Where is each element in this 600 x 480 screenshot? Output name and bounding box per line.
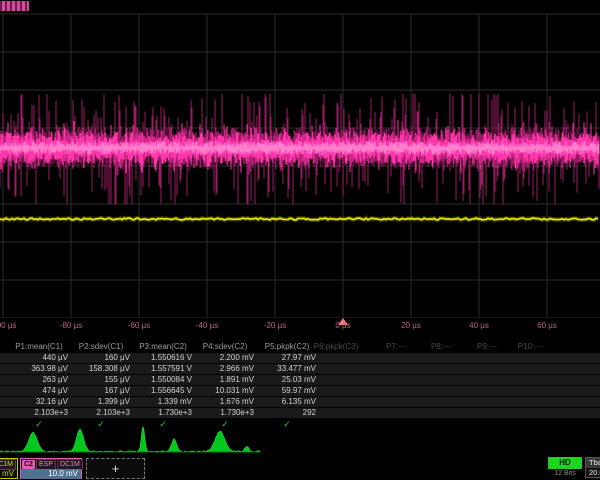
parameter-header-inactive-6[interactable]: P6:pkpk(C3) <box>314 342 358 351</box>
time-axis-label: 40 µs <box>469 321 489 330</box>
parameter-value: 440 µV <box>8 353 68 362</box>
parameter-value: 27.97 mV <box>256 353 316 362</box>
parameter-header-4[interactable]: P4:sdev(C2) <box>203 342 247 351</box>
parameter-value: 2.103e+3 <box>8 408 68 417</box>
parameter-value: 1.676 mV <box>194 397 254 406</box>
parameter-value: 32.16 µV <box>8 397 68 406</box>
timebase-descriptor[interactable]: Tbase 20.0 µs/div <box>585 457 600 478</box>
c2-channel-label: C2 <box>22 460 35 469</box>
parameter-value: 155 µV <box>70 375 130 384</box>
parameter-value: 25.03 mV <box>256 375 316 384</box>
parameter-value: 158.308 µV <box>70 364 130 373</box>
waveform-traces <box>0 0 600 318</box>
parameter-value: 474 µV <box>8 386 68 395</box>
c2-esp-badge: ESP <box>36 459 56 470</box>
parameter-value: 1.730e+3 <box>132 408 192 417</box>
channel-descriptor-c1[interactable]: DC1M 10.0 mV <box>0 458 18 479</box>
parameter-value: 2.966 mV <box>194 364 254 373</box>
time-axis-label: 20 µs <box>401 321 421 330</box>
plus-icon: + <box>112 462 120 475</box>
time-axis-label: -20 µs <box>264 321 286 330</box>
channel-descriptor-c2[interactable]: C2 ESP DC1M 10.0 mV <box>20 458 82 479</box>
parameter-header-inactive-9[interactable]: P9:--- <box>477 342 497 351</box>
timebase-value: 20.0 µs/div <box>586 468 600 478</box>
parameter-value: 160 µV <box>70 353 130 362</box>
parameter-value: 1.399 µV <box>70 397 130 406</box>
parameter-header-2[interactable]: P2:sdev(C1) <box>79 342 123 351</box>
parameter-value: 33.477 mV <box>256 364 316 373</box>
parameter-value: 292 <box>256 408 316 417</box>
measurement-histogram <box>0 424 300 458</box>
parameter-header-5[interactable]: P5:pkpk(C2) <box>265 342 309 351</box>
c2-scale-value: 10.0 mV <box>21 469 81 479</box>
parameter-value: 6.135 mV <box>256 397 316 406</box>
parameter-header-inactive-10[interactable]: P10:--- <box>518 342 542 351</box>
measurement-table: P1:mean(C1) 440 µV 363.98 µV 263 µV 474 µV 32… <box>0 340 600 432</box>
parameter-value: 2.200 mV <box>194 353 254 362</box>
time-axis-label: 60 µs <box>537 321 557 330</box>
parameter-value: 1.550084 V <box>132 375 192 384</box>
parameter-header-3[interactable]: P3:mean(C2) <box>139 342 187 351</box>
parameter-value: 263 µV <box>8 375 68 384</box>
parameter-value: 363.98 µV <box>8 364 68 373</box>
add-trace-button[interactable]: + <box>86 458 145 479</box>
c1-coupling-badge: DC1M <box>0 459 16 470</box>
parameter-header-1[interactable]: P1:mean(C1) <box>15 342 63 351</box>
parameter-value: 1.557591 V <box>132 364 192 373</box>
parameter-value: 167 µV <box>70 386 130 395</box>
parameter-value: 1.550616 V <box>132 353 192 362</box>
time-axis-label: -100 µs <box>0 321 16 330</box>
hd-mode-badge[interactable]: HD <box>548 457 582 469</box>
time-axis-label: 0 µs <box>335 321 350 330</box>
waveform-grid <box>0 0 600 318</box>
time-axis-label: -80 µs <box>60 321 82 330</box>
parameter-value: 1.339 mV <box>132 397 192 406</box>
parameter-value: 59.97 mV <box>256 386 316 395</box>
parameter-header-inactive-8[interactable]: P8:--- <box>431 342 451 351</box>
c2-coupling-badge: DC1M <box>57 459 83 470</box>
hd-bits-label: 12 Bits <box>546 470 584 477</box>
parameter-value: 2.103e+3 <box>70 408 130 417</box>
oscilloscope-screen: -100 µs -80 µs -60 µs -40 µs -20 µs 0 µs 20 µs… <box>0 0 600 480</box>
parameter-value: 1.556645 V <box>132 386 192 395</box>
trace-activity-badge <box>0 1 29 11</box>
time-axis-label: -60 µs <box>128 321 150 330</box>
timebase-axis: -100 µs -80 µs -60 µs -40 µs -20 µs 0 µs 20 µs… <box>0 318 600 336</box>
parameter-value: 1.730e+3 <box>194 408 254 417</box>
timebase-title: Tbase <box>586 458 600 468</box>
c1-scale-value: 10.0 mV <box>0 469 17 479</box>
parameter-header-inactive-7[interactable]: P7:--- <box>386 342 406 351</box>
parameter-value: 10.031 mV <box>194 386 254 395</box>
parameter-value: 1.891 mV <box>194 375 254 384</box>
time-axis-label: -40 µs <box>196 321 218 330</box>
